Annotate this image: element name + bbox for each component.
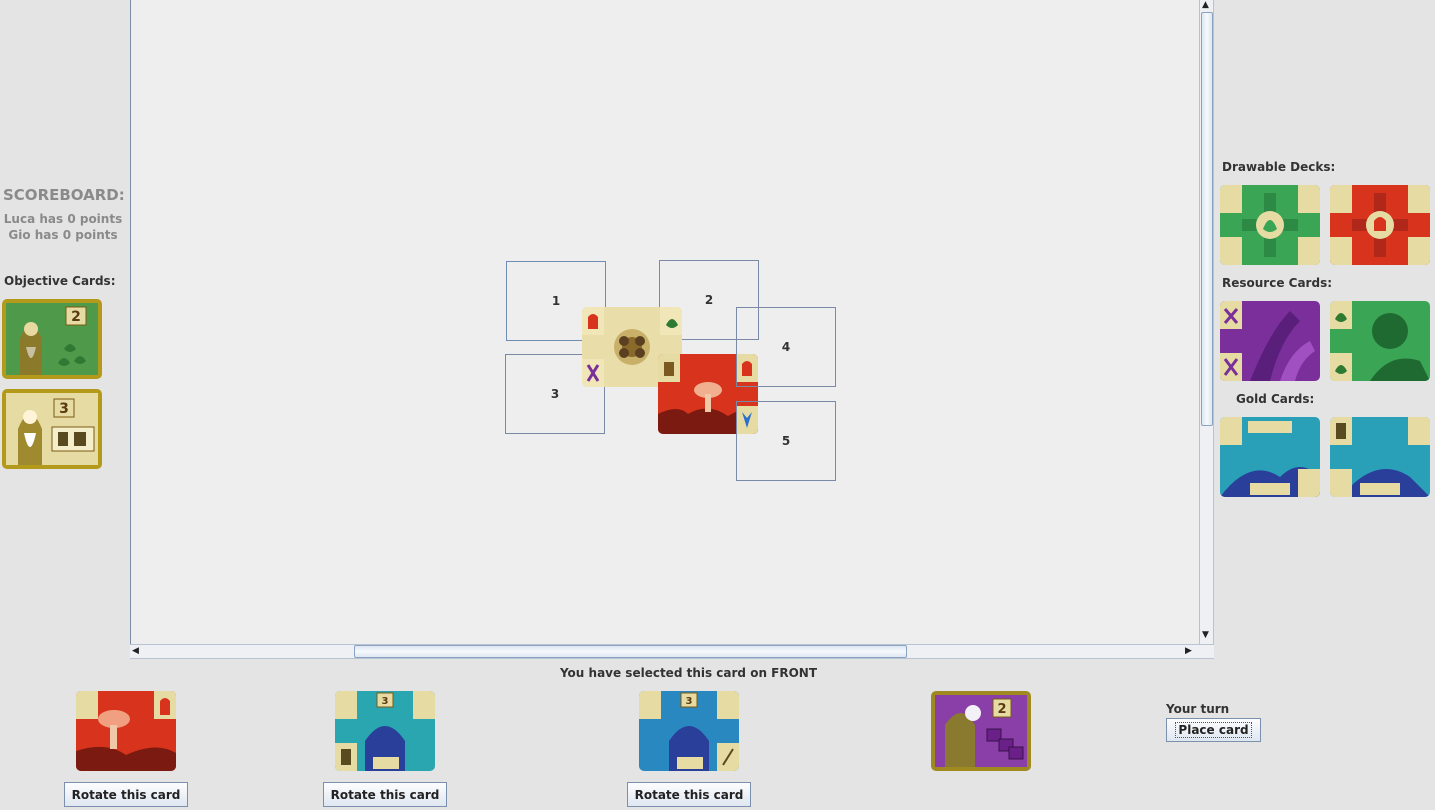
- placement-slot-5[interactable]: 5: [736, 401, 836, 481]
- objective-card-1-points: 2: [71, 309, 81, 325]
- rotate-card-2-button[interactable]: Rotate this card: [323, 782, 447, 807]
- rotate-card-3-button[interactable]: Rotate this card: [627, 782, 751, 807]
- drawable-deck-fungi[interactable]: [1330, 185, 1430, 265]
- gold-card-2[interactable]: [1330, 417, 1430, 497]
- score-line-luca: Luca has 0 points: [3, 212, 123, 226]
- drawable-deck-plant[interactable]: [1220, 185, 1320, 265]
- vertical-scrollbar[interactable]: ▲ ▼: [1199, 0, 1214, 644]
- turn-label: Your turn: [1166, 702, 1230, 716]
- objective-card-2-points: 3: [59, 401, 69, 417]
- resource-cards-title: Resource Cards:: [1222, 276, 1333, 290]
- scroll-left-icon[interactable]: ◀: [132, 646, 139, 656]
- resource-card-insect[interactable]: [1220, 301, 1320, 381]
- objective-card-1[interactable]: 2: [2, 299, 102, 379]
- hand-card-4-points: 2: [997, 702, 1006, 717]
- horizontal-scroll-thumb[interactable]: [354, 645, 907, 658]
- hand-card-2[interactable]: 3: [335, 691, 435, 771]
- gold-card-1[interactable]: [1220, 417, 1320, 497]
- hand-card-3-points: 3: [686, 696, 693, 707]
- horizontal-scrollbar[interactable]: ◀ ▶: [130, 644, 1214, 659]
- place-card-button[interactable]: Place card: [1166, 718, 1261, 742]
- objective-cards-title: Objective Cards:: [4, 274, 116, 288]
- hand-card-1[interactable]: [76, 691, 176, 771]
- left-panel: SCOREBOARD: Luca has 0 points Gio has 0 …: [0, 0, 130, 660]
- vertical-scroll-thumb[interactable]: [1201, 12, 1213, 426]
- scoreboard-title: SCOREBOARD:: [3, 186, 125, 204]
- resource-card-plant[interactable]: [1330, 301, 1430, 381]
- placement-slot-4[interactable]: 4: [736, 307, 836, 387]
- game-board[interactable]: 1 2 3 4 5: [130, 0, 1199, 644]
- scroll-right-icon[interactable]: ▶: [1185, 646, 1192, 656]
- scroll-down-icon[interactable]: ▼: [1202, 630, 1209, 640]
- score-line-gio: Gio has 0 points: [8, 228, 118, 242]
- hand-card-4[interactable]: 2: [931, 691, 1031, 771]
- hand-card-2-points: 3: [382, 696, 389, 707]
- gold-cards-title: Gold Cards:: [1236, 392, 1315, 406]
- rotate-card-1-button[interactable]: Rotate this card: [64, 782, 188, 807]
- drawable-decks-title: Drawable Decks:: [1222, 160, 1336, 174]
- objective-card-2[interactable]: 3: [2, 389, 102, 469]
- place-card-label: Place card: [1175, 722, 1252, 738]
- selected-card-message: You have selected this card on FRONT: [559, 666, 818, 680]
- scroll-up-icon[interactable]: ▲: [1202, 0, 1209, 10]
- hand-card-3[interactable]: 3: [639, 691, 739, 771]
